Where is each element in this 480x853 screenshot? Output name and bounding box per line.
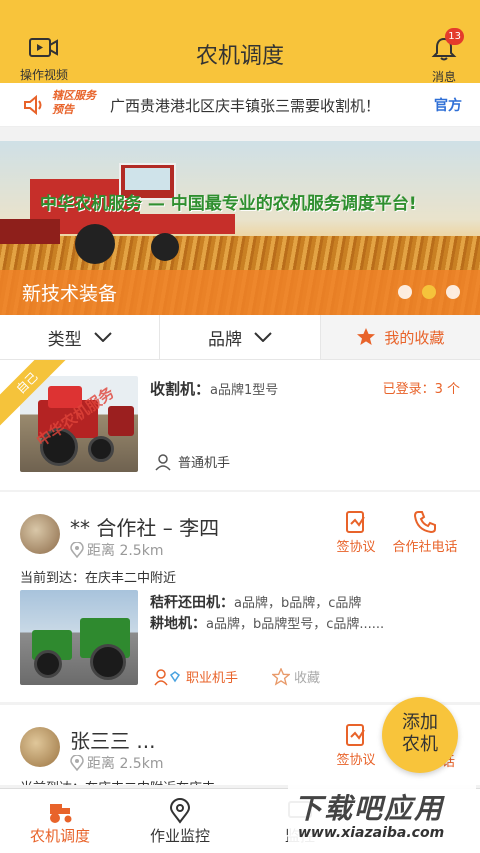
cooperative-name: ** 合作社 – 李四 [70,516,220,540]
location-pin-icon [70,542,84,558]
distance: 距离 2.5km [70,540,163,560]
carousel-dot-active[interactable] [422,285,436,299]
machine-card[interactable]: 中华农机服务 自己 收割机：a品牌1型号 已登录：3 个 普通机手 [0,360,480,490]
speaker-icon [24,94,42,116]
phone-icon [413,511,436,534]
brand-filter-label: 品牌 [207,329,242,350]
sign-agreement-label: 签协议 [336,753,376,768]
operator-role: 职业机手 [154,667,238,686]
operator-role-label: 普通机手 [178,456,231,471]
own-ribbon: 自己 [0,360,70,430]
login-status: 已登录：3 个 [382,382,460,397]
contract-icon [346,511,365,533]
contract-icon [346,724,365,746]
spec-brands: a品牌，b品牌型号，c品牌...... [206,617,385,632]
distance: 距离 2.5km [70,753,163,773]
site-watermark: 下载吧应用 www.xiazaiba.com [288,785,476,847]
star-icon [357,328,376,345]
type-filter-label: 类型 [47,329,82,350]
notice-tag: 辖区服务预告 [52,89,96,116]
machine-title: 收割机：a品牌1型号 [150,378,278,399]
banner-caption: 新技术装备 [22,283,118,305]
avatar [20,727,60,767]
spec-type: 耕地机： [150,616,206,632]
operator-role-label: 职业机手 [186,671,239,686]
distance-text: 距离 2.5km [87,756,164,772]
type-filter[interactable]: 类型 [0,315,161,359]
spec-line: 秸秆还田机：a品牌，b品牌，c品牌 [150,592,361,612]
page-title: 农机调度 [195,44,284,69]
location-pin-icon [169,798,191,824]
operator-role: 普通机手 [154,452,230,471]
message-count-badge: 13 [445,28,464,45]
operator-name: 张三三 ... [70,729,156,753]
carousel-dot[interactable] [398,285,412,299]
carousel-dots [398,285,460,299]
machine-type: 收割机： [150,380,211,398]
favorite-label: 收藏 [294,671,321,686]
tab-dispatch-label: 农机调度 [29,827,90,845]
site-watermark-title: 下载吧应用 [294,792,445,825]
favorite-button[interactable]: 收藏 [272,667,320,686]
machine-model: a品牌1型号 [210,383,279,398]
site-watermark-url: www.xiazaiba.com [298,825,445,841]
tractor-icon [50,804,72,823]
filter-bar: 类型 品牌 我的收藏 [0,315,480,360]
chevron-down-icon [254,332,272,342]
add-machine-label-line2: 农机 [402,734,438,755]
spec-type: 秸秆还田机： [150,595,234,611]
current-location: 当前到达：在庆丰二中附近 [20,571,177,586]
banner-caption-bar: 新技术装备 [0,270,480,315]
chevron-down-icon [93,332,112,342]
promo-banner[interactable]: 中华农机服务 — 中国最专业的农机服务调度平台! 新技术装备 [0,141,480,315]
tab-dispatch[interactable]: 农机调度 [0,789,120,853]
app-header: 操作视频 农机调度 13 消息 [0,0,480,85]
official-label[interactable]: 官方 [434,95,462,115]
professional-operator-icon [154,668,181,685]
my-favorites-label: 我的收藏 [384,328,445,347]
my-favorites-button[interactable]: 我的收藏 [320,315,480,359]
spec-line: 耕地机：a品牌，b品牌型号，c品牌...... [150,613,384,633]
brand-filter[interactable]: 品牌 [160,315,321,359]
notice-text: 广西贵港港北区庆丰镇张三需要收割机！ [110,97,381,115]
machine-thumbnail [20,590,138,685]
sign-agreement-button[interactable]: 签协议 [333,510,379,555]
current-location: 当前到达：在庆丰二中附近在庆丰 [20,777,215,785]
tab-work-monitor-label: 作业监控 [149,827,210,845]
spec-brands: a品牌，b品牌，c品牌 [234,596,362,611]
harvester-image [0,163,235,264]
tab-work-monitor[interactable]: 作业监控 [120,789,240,853]
add-machine-label-line1: 添加 [402,712,438,733]
location-pin-icon [70,755,84,771]
cooperative-phone-button[interactable]: 合作社电话 [390,510,460,555]
person-icon [155,453,171,471]
messages-button[interactable]: 13 消息 [422,28,466,85]
add-machine-button[interactable]: 添加 农机 [382,697,458,773]
sign-agreement-button[interactable]: 签协议 [333,723,379,768]
star-outline-icon [272,667,290,686]
notice-bar[interactable]: 辖区服务预告 广西贵港港北区庆丰镇张三需要收割机！ 官方 [0,83,480,127]
carousel-dot[interactable] [446,285,460,299]
own-ribbon-label: 自己 [0,360,70,430]
distance-text: 距离 2.5km [87,543,164,559]
cooperative-card[interactable]: ** 合作社 – 李四 距离 2.5km 签协议 合作社电话 当前到达：在庆丰二… [0,492,480,702]
cooperative-phone-label: 合作社电话 [392,540,458,555]
avatar [20,514,60,554]
sign-agreement-label: 签协议 [336,540,376,555]
banner-slogan: 中华农机服务 — 中国最专业的农机服务调度平台! [40,194,417,214]
